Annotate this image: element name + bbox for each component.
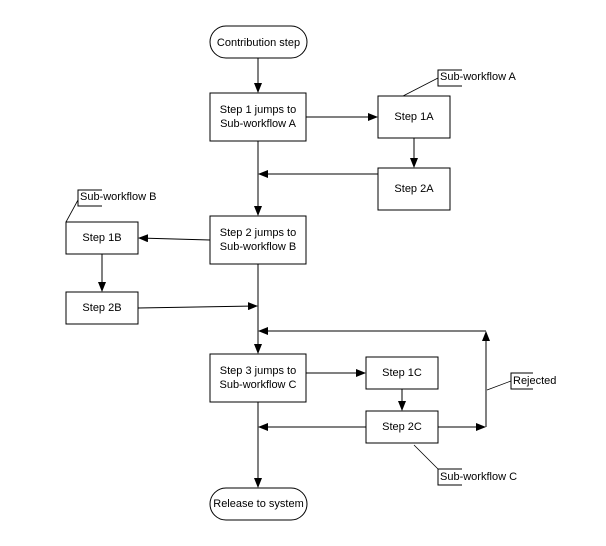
step1b-node[interactable]: Step 1B bbox=[65, 221, 139, 255]
callout-leader bbox=[65, 199, 79, 223]
callout-subworkflow-b: Sub-workflow B bbox=[65, 189, 156, 223]
step1c-label: Step 1C bbox=[382, 367, 422, 379]
step1-label-line1: Step 1 jumps to bbox=[220, 104, 296, 116]
callout-rejected-label: Rejected bbox=[513, 375, 556, 387]
step1a-node[interactable]: Step 1A bbox=[377, 95, 451, 139]
step2a-node[interactable]: Step 2A bbox=[377, 167, 451, 211]
step1a-label: Step 1A bbox=[394, 111, 434, 123]
step1-label-line2: Sub-workflow A bbox=[220, 118, 296, 130]
start-node-label: Contribution step bbox=[217, 37, 300, 49]
callout-subworkflow-b-label: Sub-workflow B bbox=[80, 191, 156, 203]
step2-node[interactable]: Step 2 jumps to Sub-workflow B bbox=[209, 215, 307, 265]
edge-step2b-return bbox=[137, 302, 258, 311]
callout-leader bbox=[413, 444, 439, 470]
step2-label-line2: Sub-workflow B bbox=[220, 241, 296, 253]
step2b-node[interactable]: Step 2B bbox=[65, 291, 139, 325]
step1c-node[interactable]: Step 1C bbox=[365, 356, 439, 390]
end-node[interactable]: Release to system bbox=[209, 487, 308, 521]
step2c-label: Step 2C bbox=[382, 421, 422, 433]
callout-leader bbox=[402, 77, 439, 97]
step3-label-line2: Sub-workflow C bbox=[219, 379, 296, 391]
step2-label-line1: Step 2 jumps to bbox=[220, 227, 296, 239]
edge-step2-to-step1b bbox=[138, 234, 211, 243]
start-node[interactable]: Contribution step bbox=[209, 25, 308, 59]
step2c-node[interactable]: Step 2C bbox=[365, 410, 439, 444]
step3-label-line1: Step 3 jumps to bbox=[220, 365, 296, 377]
step2a-label: Step 2A bbox=[394, 183, 434, 195]
end-node-label: Release to system bbox=[213, 498, 303, 510]
step2b-label: Step 2B bbox=[82, 302, 121, 314]
workflow-diagram: Contribution step Step 1 jumps to Sub-wo… bbox=[65, 25, 556, 521]
step1b-label: Step 1B bbox=[82, 232, 121, 244]
callout-subworkflow-c: Sub-workflow C bbox=[413, 444, 517, 486]
callout-leader bbox=[486, 380, 512, 391]
callout-subworkflow-a: Sub-workflow A bbox=[402, 69, 516, 97]
callout-subworkflow-a-label: Sub-workflow A bbox=[440, 71, 516, 83]
step1-node[interactable]: Step 1 jumps to Sub-workflow A bbox=[209, 92, 307, 142]
callout-rejected: Rejected bbox=[486, 372, 556, 391]
step3-node[interactable]: Step 3 jumps to Sub-workflow C bbox=[209, 353, 307, 403]
callout-subworkflow-c-label: Sub-workflow C bbox=[440, 471, 517, 483]
